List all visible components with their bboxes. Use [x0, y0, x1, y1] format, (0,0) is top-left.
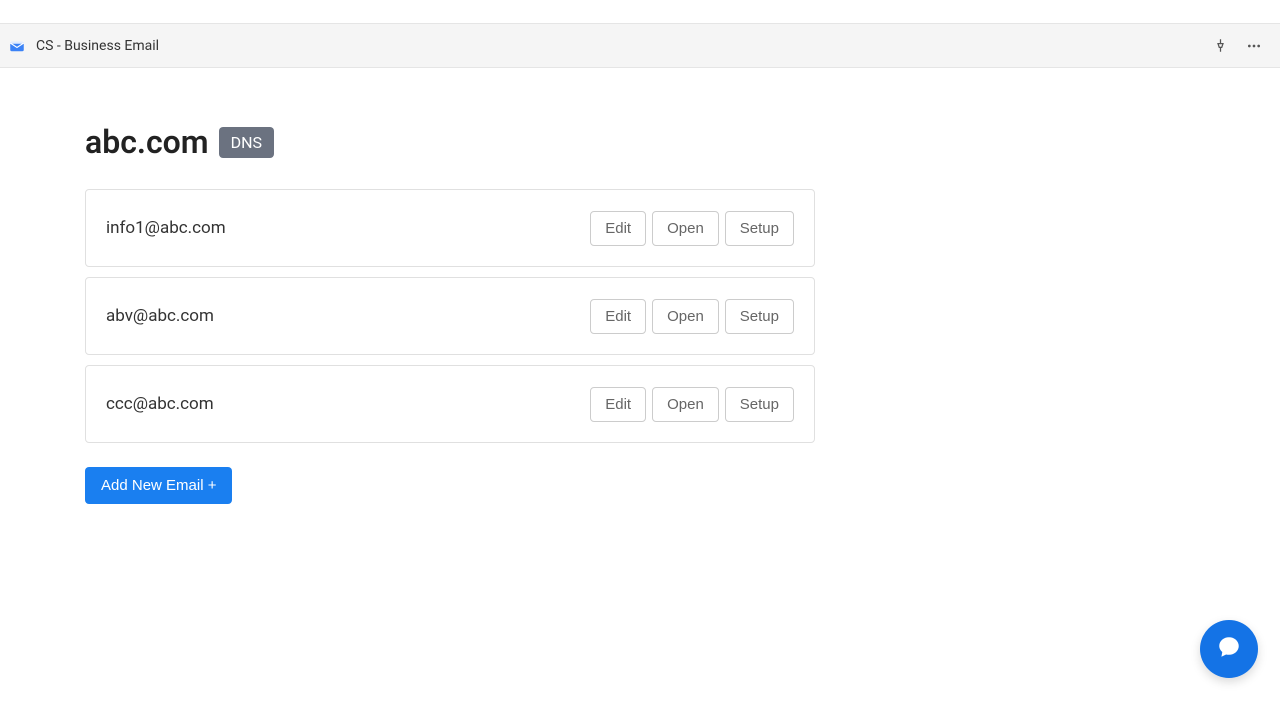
app-bar: CS - Business Email	[0, 24, 1280, 68]
email-list: info1@abc.com Edit Open Setup abv@abc.co…	[85, 189, 815, 443]
edit-button[interactable]: Edit	[590, 387, 646, 422]
mail-icon	[8, 37, 26, 55]
page-header: abc.com DNS	[85, 123, 1280, 161]
email-address: info1@abc.com	[106, 218, 226, 238]
edit-button[interactable]: Edit	[590, 299, 646, 334]
email-actions: Edit Open Setup	[590, 211, 794, 246]
open-button[interactable]: Open	[652, 299, 719, 334]
open-button[interactable]: Open	[652, 387, 719, 422]
open-button[interactable]: Open	[652, 211, 719, 246]
setup-button[interactable]: Setup	[725, 211, 794, 246]
dns-badge[interactable]: DNS	[219, 127, 274, 158]
chat-fab[interactable]	[1200, 620, 1258, 678]
setup-button[interactable]: Setup	[725, 299, 794, 334]
email-row: abv@abc.com Edit Open Setup	[85, 277, 815, 355]
domain-title: abc.com	[85, 123, 209, 161]
more-icon[interactable]	[1244, 36, 1264, 56]
chat-icon	[1216, 634, 1242, 664]
email-address: abv@abc.com	[106, 306, 214, 326]
email-row: info1@abc.com Edit Open Setup	[85, 189, 815, 267]
email-row: ccc@abc.com Edit Open Setup	[85, 365, 815, 443]
email-actions: Edit Open Setup	[590, 299, 794, 334]
app-bar-left: CS - Business Email	[8, 37, 159, 55]
window-titlebar-space	[0, 0, 1280, 24]
email-address: ccc@abc.com	[106, 394, 214, 414]
add-new-email-button[interactable]: Add New Email +	[85, 467, 232, 504]
app-title: CS - Business Email	[36, 38, 159, 54]
pin-icon[interactable]	[1210, 36, 1230, 56]
edit-button[interactable]: Edit	[590, 211, 646, 246]
setup-button[interactable]: Setup	[725, 387, 794, 422]
main-content: abc.com DNS info1@abc.com Edit Open Setu…	[0, 68, 1280, 504]
email-actions: Edit Open Setup	[590, 387, 794, 422]
app-bar-right	[1210, 36, 1272, 56]
